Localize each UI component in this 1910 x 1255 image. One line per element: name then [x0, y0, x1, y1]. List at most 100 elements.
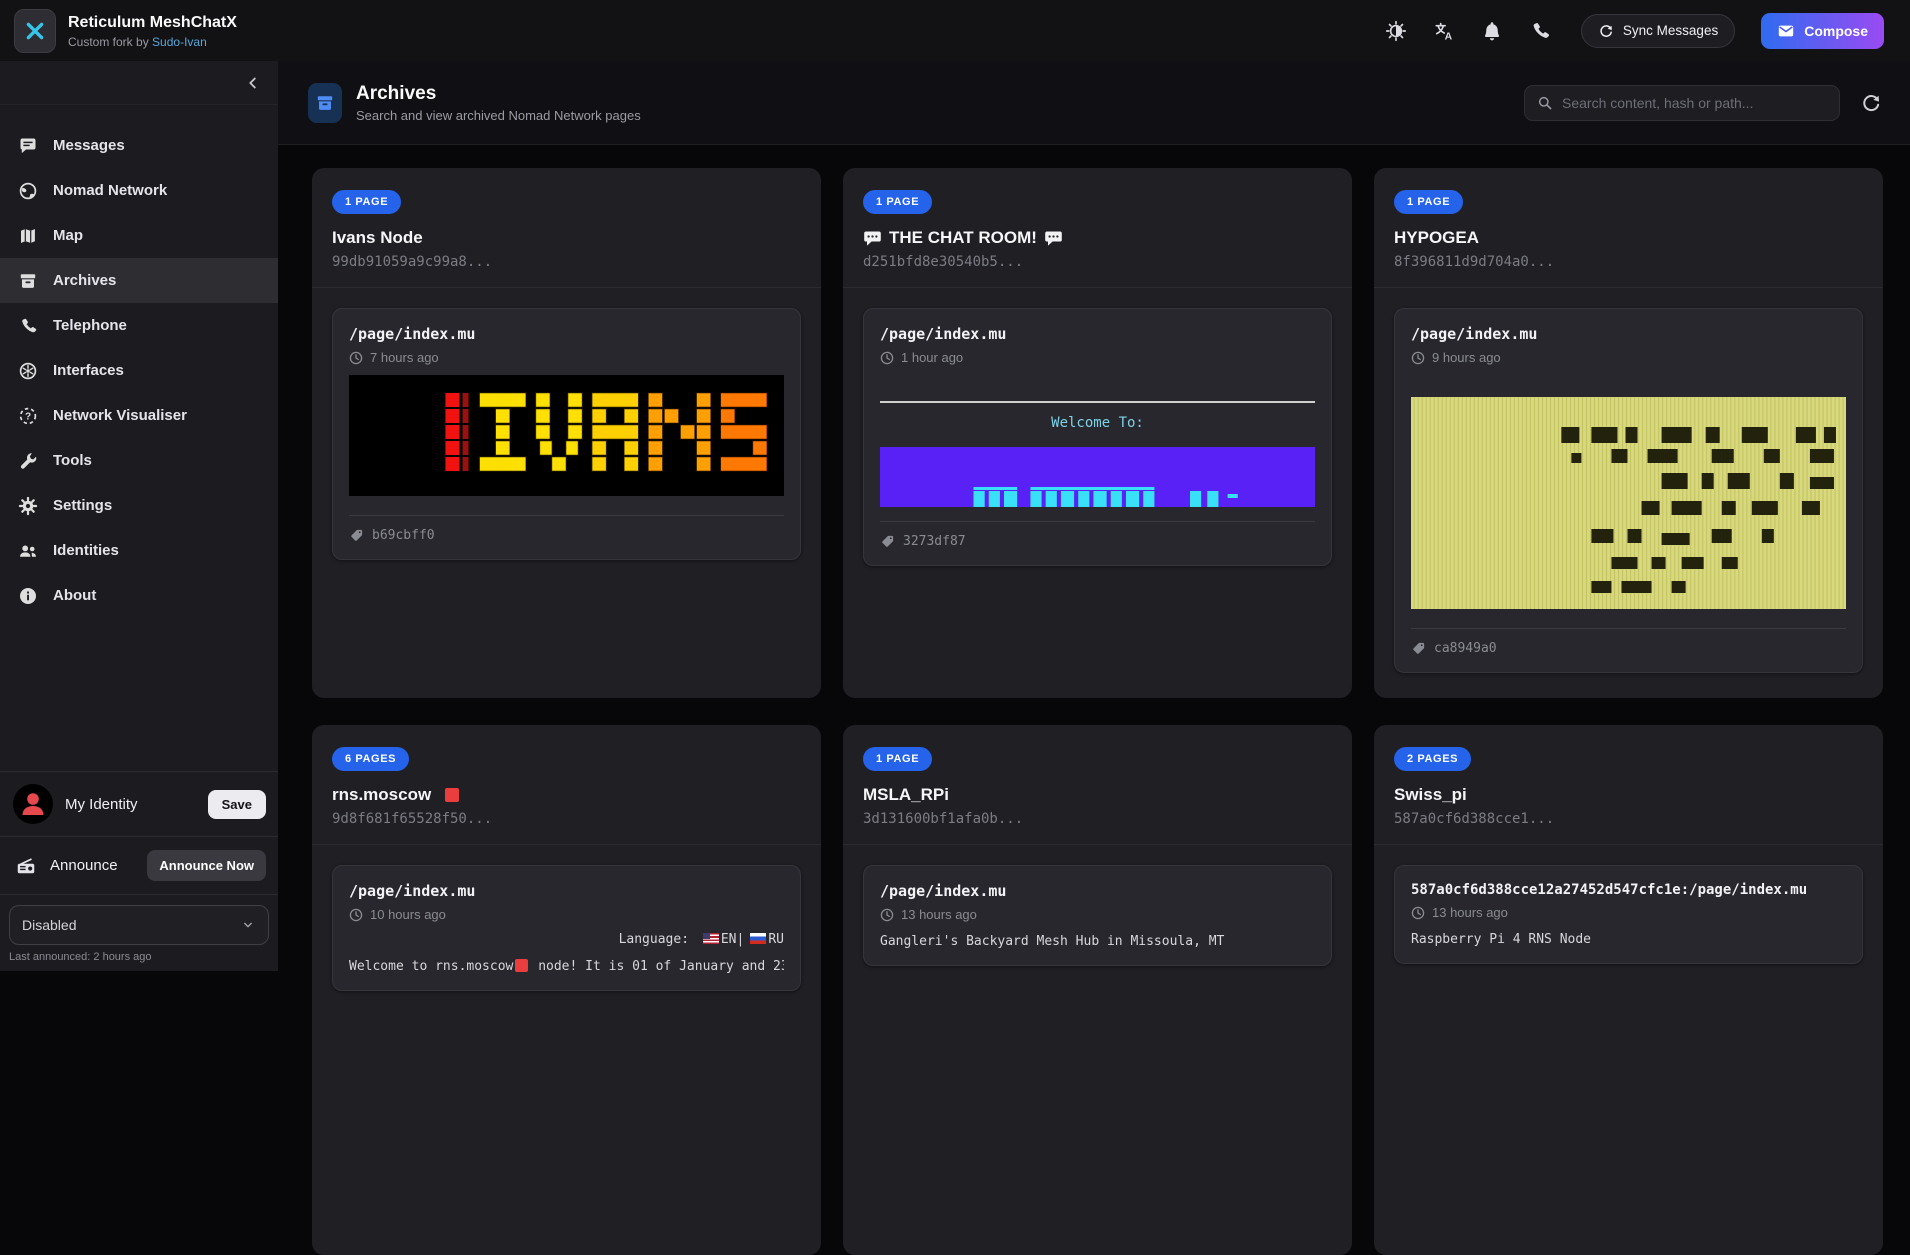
- entry-time-text: 13 hours ago: [901, 907, 977, 922]
- card-hash: 8f396811d9d704a0...: [1394, 254, 1863, 270]
- brightness-icon[interactable]: [1385, 20, 1407, 42]
- sidebar-item-identities[interactable]: Identities: [0, 528, 278, 573]
- lang-ru: RU: [768, 932, 784, 947]
- chatroom-banner-art: [880, 447, 1315, 507]
- announce-label: Announce: [50, 857, 147, 874]
- sidebar-collapse-row: [0, 61, 278, 105]
- avatar[interactable]: [13, 784, 53, 824]
- sidebar-item-tools[interactable]: Tools: [0, 438, 278, 483]
- archive-entry[interactable]: /page/index.mu 9 hours ago: [1394, 308, 1863, 673]
- card-hash: 99db91059a9c99a8...: [332, 254, 801, 270]
- sidebar-item-nomad-network[interactable]: Nomad Network: [0, 168, 278, 213]
- card-title: MSLA_RPi: [863, 784, 949, 806]
- page-title: Archives: [356, 82, 641, 105]
- archive-card-rns-moscow[interactable]: 6 PAGES rns.moscow 9d8f681f65528f50... /…: [312, 725, 821, 1255]
- sidebar-item-interfaces[interactable]: Interfaces: [0, 348, 278, 393]
- page-count-badge: 2 PAGES: [1394, 747, 1471, 771]
- network-question-icon: ?: [18, 406, 38, 426]
- entry-time-text: 10 hours ago: [370, 907, 446, 922]
- archive-icon: [315, 93, 335, 113]
- tag-icon: [349, 528, 364, 543]
- welcome-post: node! It is 01 of January and 23:36: [538, 959, 784, 974]
- entry-preview-text: Gangleri's Backyard Mesh Hub in Missoula…: [880, 934, 1315, 949]
- sidebar-item-archives[interactable]: Archives: [0, 258, 278, 303]
- sidebar-item-label: About: [53, 587, 96, 604]
- author-link[interactable]: Sudo-Ivan: [152, 35, 207, 49]
- lang-en: EN: [721, 932, 737, 947]
- chatroom-pixel-text: [880, 447, 1315, 507]
- tag-row: 3273df87: [880, 521, 1315, 549]
- sidebar: Messages Nomad Network Map Ar: [0, 61, 278, 971]
- sidebar-item-messages[interactable]: Messages: [0, 123, 278, 168]
- divider: [0, 894, 278, 895]
- welcome-to-text: Welcome To:: [880, 415, 1315, 431]
- entry-path: /page/index.mu: [880, 325, 1315, 343]
- archive-entry[interactable]: 587a0cf6d388cce12a27452d547cfc1e:/page/i…: [1394, 865, 1863, 964]
- entry-preview-text: Raspberry Pi 4 RNS Node: [1411, 932, 1846, 947]
- compose-label: Compose: [1804, 23, 1868, 39]
- app-subtitle-prefix: Custom fork by: [68, 35, 149, 49]
- card-hash: 3d131600bf1afa0b...: [863, 811, 1332, 827]
- announce-now-button[interactable]: Announce Now: [147, 850, 266, 881]
- translate-icon[interactable]: A: [1433, 20, 1455, 42]
- entry-path: /page/index.mu: [880, 882, 1315, 900]
- clock-icon: [1411, 906, 1425, 920]
- main-content: Archives Search and view archived Nomad …: [278, 61, 1910, 971]
- sidebar-item-about[interactable]: About: [0, 573, 278, 618]
- search-input[interactable]: [1562, 95, 1827, 111]
- archive-entry[interactable]: /page/index.mu 1 hour ago Welcome To:: [863, 308, 1332, 566]
- clock-icon: [880, 908, 894, 922]
- bell-icon[interactable]: [1481, 20, 1503, 42]
- ru-flag-icon: [750, 933, 766, 944]
- entry-path: /page/index.mu: [1411, 325, 1846, 343]
- sidebar-nav: Messages Nomad Network Map Ar: [0, 105, 278, 618]
- sidebar-item-settings[interactable]: Settings: [0, 483, 278, 528]
- language-line: Language: EN|RU: [349, 932, 784, 947]
- compose-button[interactable]: Compose: [1761, 13, 1884, 49]
- archive-card-msla-rpi[interactable]: 1 PAGE MSLA_RPi 3d131600bf1afa0b... /pag…: [843, 725, 1352, 1255]
- phone-icon[interactable]: [1529, 20, 1551, 42]
- sidebar-item-map[interactable]: Map: [0, 213, 278, 258]
- archive-entry[interactable]: /page/index.mu 13 hours ago Gangleri's B…: [863, 865, 1332, 966]
- entry-tag: 3273df87: [903, 534, 966, 549]
- archive-entry[interactable]: /page/index.mu 10 hours ago Language: EN…: [332, 865, 801, 991]
- archive-card-chat-room[interactable]: 1 PAGE THE CHAT ROOM! d251bfd8e30540b5..…: [843, 168, 1352, 698]
- chat-icon: [18, 136, 38, 156]
- archive-card-swiss-pi[interactable]: 2 PAGES Swiss_pi 587a0cf6d388cce1... 587…: [1374, 725, 1883, 1255]
- entry-path: 587a0cf6d388cce12a27452d547cfc1e:/page/i…: [1411, 882, 1846, 898]
- welcome-pre: Welcome to rns.moscow: [349, 959, 513, 974]
- announce-mode-value: Disabled: [22, 917, 240, 933]
- ivans-ansi-art-preview: [349, 375, 784, 496]
- wrench-icon: [18, 451, 38, 471]
- clock-icon: [349, 908, 363, 922]
- hypogea-ansi-art-preview: [1411, 397, 1846, 609]
- archive-card-ivans-node[interactable]: 1 PAGE Ivans Node 99db91059a9c99a8... /p…: [312, 168, 821, 698]
- red-square-icon: [445, 788, 459, 802]
- app-logo[interactable]: [14, 9, 56, 53]
- save-button[interactable]: Save: [208, 790, 266, 819]
- announce-mode-select[interactable]: Disabled: [9, 905, 269, 945]
- search-box: [1524, 85, 1840, 121]
- archive-entry[interactable]: /page/index.mu 7 hours ago: [332, 308, 801, 560]
- preview-divider: [880, 401, 1315, 403]
- page-subtitle: Search and view archived Nomad Network p…: [356, 108, 641, 123]
- archive-card-hypogea[interactable]: 1 PAGE HYPOGEA 8f396811d9d704a0... /page…: [1374, 168, 1883, 698]
- person-icon: [13, 784, 53, 824]
- refresh-icon: [1598, 23, 1614, 39]
- refresh-icon[interactable]: [1860, 92, 1882, 114]
- welcome-line: Welcome to rns.moscow node! It is 01 of …: [349, 959, 784, 974]
- sync-messages-button[interactable]: Sync Messages: [1581, 14, 1735, 48]
- sidebar-item-network-visualiser[interactable]: ? Network Visualiser: [0, 393, 278, 438]
- tag-icon: [1411, 641, 1426, 656]
- chevron-left-icon[interactable]: [244, 74, 262, 92]
- sidebar-item-telephone[interactable]: Telephone: [0, 303, 278, 348]
- language-label: Language:: [619, 932, 689, 947]
- clock-icon: [880, 351, 894, 365]
- tag-icon: [880, 534, 895, 549]
- globe-icon: [18, 181, 38, 201]
- page-count-badge: 1 PAGE: [1394, 190, 1463, 214]
- entry-path: /page/index.mu: [349, 882, 784, 900]
- info-icon: [18, 586, 38, 606]
- entry-tag: b69cbff0: [372, 528, 435, 543]
- clock-icon: [349, 351, 363, 365]
